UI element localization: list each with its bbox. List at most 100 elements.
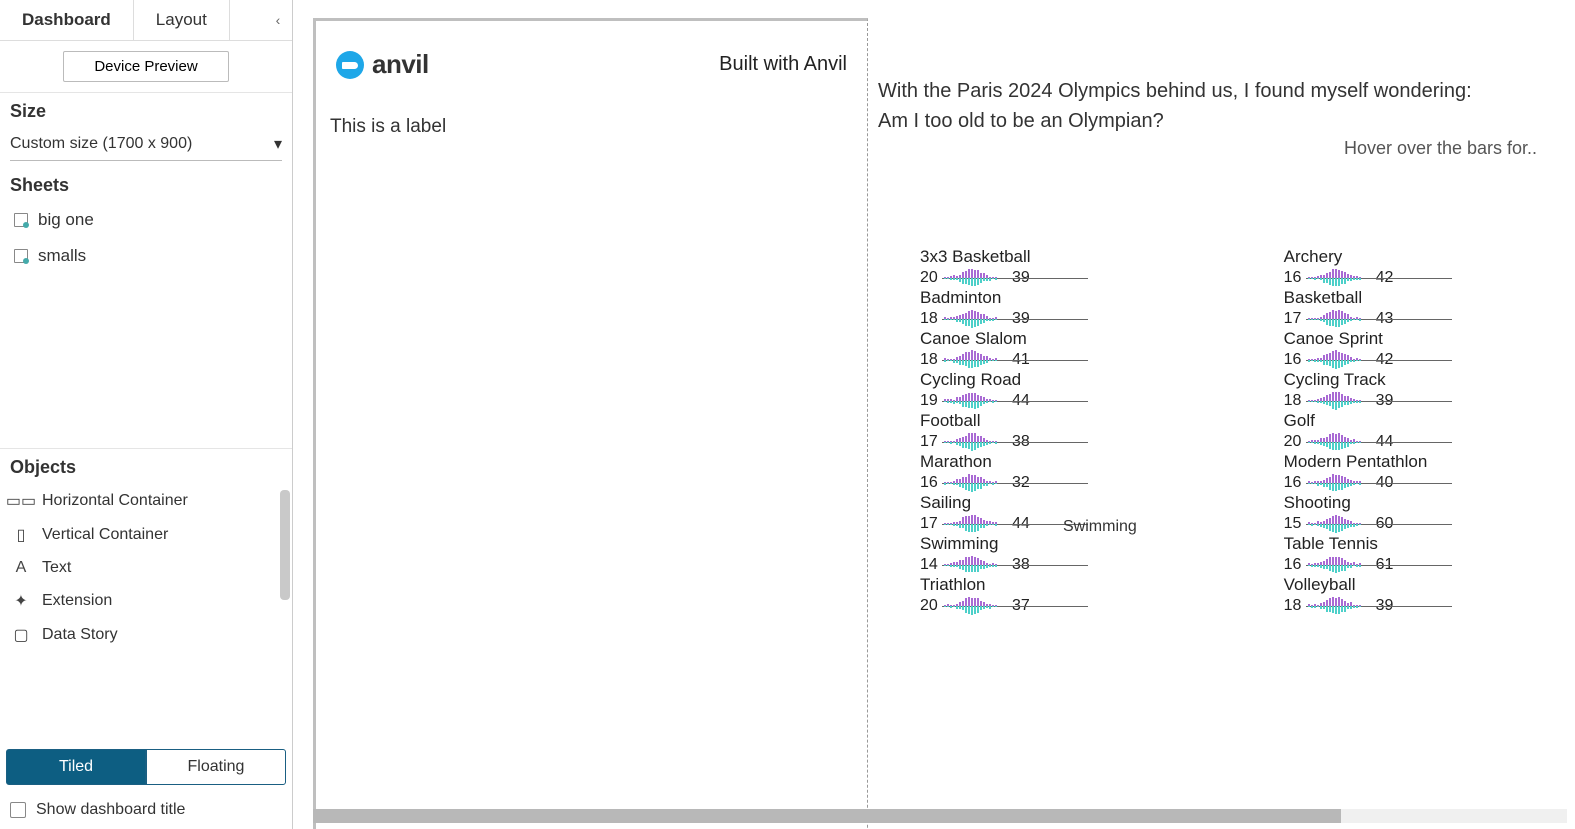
show-title-label: Show dashboard title: [36, 801, 185, 819]
object-label: Data Story: [42, 626, 118, 644]
sport-cell[interactable]: Cycling Track 1839: [1284, 370, 1575, 410]
anvil-header: anvil Built with Anvil: [330, 35, 853, 90]
sheets-section: Sheets big one smalls: [0, 169, 292, 449]
sport-name: Archery: [1284, 247, 1575, 267]
size-label: Size: [10, 101, 282, 122]
size-dropdown[interactable]: Custom size (1700 x 900) ▾: [10, 128, 282, 161]
sport-name: Basketball: [1284, 288, 1575, 308]
device-preview-button[interactable]: Device Preview: [63, 51, 228, 82]
object-item-extension[interactable]: ✦Extension: [6, 584, 286, 618]
sport-cell[interactable]: Swimming 1438: [920, 534, 1276, 574]
sport-min: 16: [1284, 474, 1304, 492]
sport-cell[interactable]: Golf2044: [1284, 411, 1575, 451]
object-item-data-story[interactable]: ▢ Data Story: [6, 618, 286, 652]
sport-name: Swimming: [920, 534, 1276, 554]
sport-range: 1632: [920, 474, 1276, 492]
objects-scrollbar[interactable]: [280, 490, 290, 600]
tile-float-toggle: Tiled Floating: [0, 743, 292, 791]
sport-cell[interactable]: Volleyball1839: [1284, 575, 1575, 615]
sport-range: 1841: [920, 351, 1276, 369]
sports-grid: 3x3 Basketball2039Archery1642Artistic Gy…: [878, 247, 1575, 615]
v-container-icon: ▯: [12, 525, 30, 545]
sport-range: 1839: [920, 310, 1276, 328]
floating-button[interactable]: Floating: [146, 749, 286, 785]
sport-cell[interactable]: Table Tennis 1661: [1284, 534, 1575, 574]
horizontal-scrollbar[interactable]: [313, 809, 1567, 823]
sport-cell[interactable]: Football1738: [920, 411, 1276, 451]
sport-range: 2039: [920, 269, 1276, 287]
sheets-label: Sheets: [10, 175, 282, 196]
sheet-item[interactable]: smalls: [10, 238, 282, 274]
sport-cell[interactable]: Basketball 1743: [1284, 288, 1575, 328]
sport-min: 17: [1284, 310, 1304, 328]
tab-dashboard[interactable]: Dashboard: [0, 0, 134, 40]
sport-min: 20: [920, 597, 940, 615]
dashboard-content[interactable]: With the Paris 2024 Olympics behind us, …: [868, 18, 1575, 829]
sport-name: 3x3 Basketball: [920, 247, 1276, 267]
object-item-v-container[interactable]: ▯Vertical Container: [6, 518, 286, 552]
sport-min: 18: [920, 310, 940, 328]
sport-range: 1839: [1284, 392, 1575, 410]
sport-min: 16: [1284, 351, 1304, 369]
sport-cell[interactable]: Marathon 1632: [920, 452, 1276, 492]
objects-section: Objects ▭▭Horizontal Container▯Vertical …: [0, 449, 292, 743]
sport-cell[interactable]: Modern Pentathlon1640: [1284, 452, 1575, 492]
sport-range: 1642: [1284, 351, 1575, 369]
extension-icon: ✦: [12, 591, 30, 611]
sheet-icon: [14, 213, 28, 227]
built-with-text: Built with Anvil: [719, 53, 847, 76]
sport-cell[interactable]: Cycling Road1944: [920, 370, 1276, 410]
sport-min: 17: [920, 433, 940, 451]
sport-name: Canoe Slalom: [920, 329, 1276, 349]
sport-min: 16: [920, 474, 940, 492]
sport-min: 17: [920, 515, 940, 533]
object-item-text[interactable]: AText: [6, 552, 286, 584]
sport-cell[interactable]: Shooting1560: [1284, 493, 1575, 533]
tab-layout[interactable]: Layout: [134, 0, 230, 40]
sidebar-tabs: Dashboard Layout ‹: [0, 0, 292, 41]
sport-range: 1944: [920, 392, 1276, 410]
anvil-wordmark: anvil: [372, 49, 429, 80]
show-title-checkbox[interactable]: [10, 802, 26, 818]
sport-cell[interactable]: Triathlon2037: [920, 575, 1276, 615]
sport-min: 15: [1284, 515, 1304, 533]
objects-label: Objects: [0, 457, 292, 484]
sport-min: 14: [920, 556, 940, 574]
swimming-extra-label: Swimming: [1063, 518, 1137, 536]
sport-name: Cycling Track: [1284, 370, 1575, 390]
device-preview-row: Device Preview: [0, 41, 292, 93]
anvil-panel[interactable]: anvil Built with Anvil This is a label: [313, 18, 868, 829]
sheet-item[interactable]: big one: [10, 202, 282, 238]
sport-min: 20: [920, 269, 940, 287]
sheet-label: smalls: [38, 246, 86, 266]
collapse-sidebar-button[interactable]: ‹: [264, 0, 292, 40]
sport-name: Table Tennis: [1284, 534, 1575, 554]
anvil-logo: anvil: [336, 49, 429, 80]
sport-min: 18: [1284, 597, 1304, 615]
sport-name: Marathon: [920, 452, 1276, 472]
sport-min: 18: [1284, 392, 1304, 410]
sport-range: 1661: [1284, 556, 1575, 574]
sport-cell[interactable]: Badminton 1839: [920, 288, 1276, 328]
object-item-h-container[interactable]: ▭▭Horizontal Container: [6, 484, 286, 518]
data-story-icon: ▢: [12, 625, 30, 645]
sport-name: Golf: [1284, 411, 1575, 431]
sport-cell[interactable]: Canoe Sprint 1642: [1284, 329, 1575, 369]
sport-name: Sailing: [920, 493, 1276, 513]
h-container-icon: ▭▭: [12, 491, 30, 511]
horizontal-scrollbar-thumb[interactable]: [313, 809, 1341, 823]
sport-range: 1438: [920, 556, 1276, 574]
sport-name: Canoe Sprint: [1284, 329, 1575, 349]
sport-range: 1743: [1284, 310, 1575, 328]
intro-text: With the Paris 2024 Olympics behind us, …: [878, 76, 1575, 136]
dashboard-canvas[interactable]: anvil Built with Anvil This is a label W…: [293, 0, 1575, 829]
sport-cell[interactable]: Archery1642: [1284, 247, 1575, 287]
sheet-label: big one: [38, 210, 94, 230]
tiled-button[interactable]: Tiled: [6, 749, 146, 785]
sport-name: Badminton: [920, 288, 1276, 308]
sport-range: 1839: [1284, 597, 1575, 615]
sport-cell[interactable]: 3x3 Basketball 2039: [920, 247, 1276, 287]
sport-cell[interactable]: Canoe Slalom 1841: [920, 329, 1276, 369]
sheet-icon: [14, 249, 28, 263]
hover-hint: Hover over the bars for..: [878, 138, 1575, 159]
